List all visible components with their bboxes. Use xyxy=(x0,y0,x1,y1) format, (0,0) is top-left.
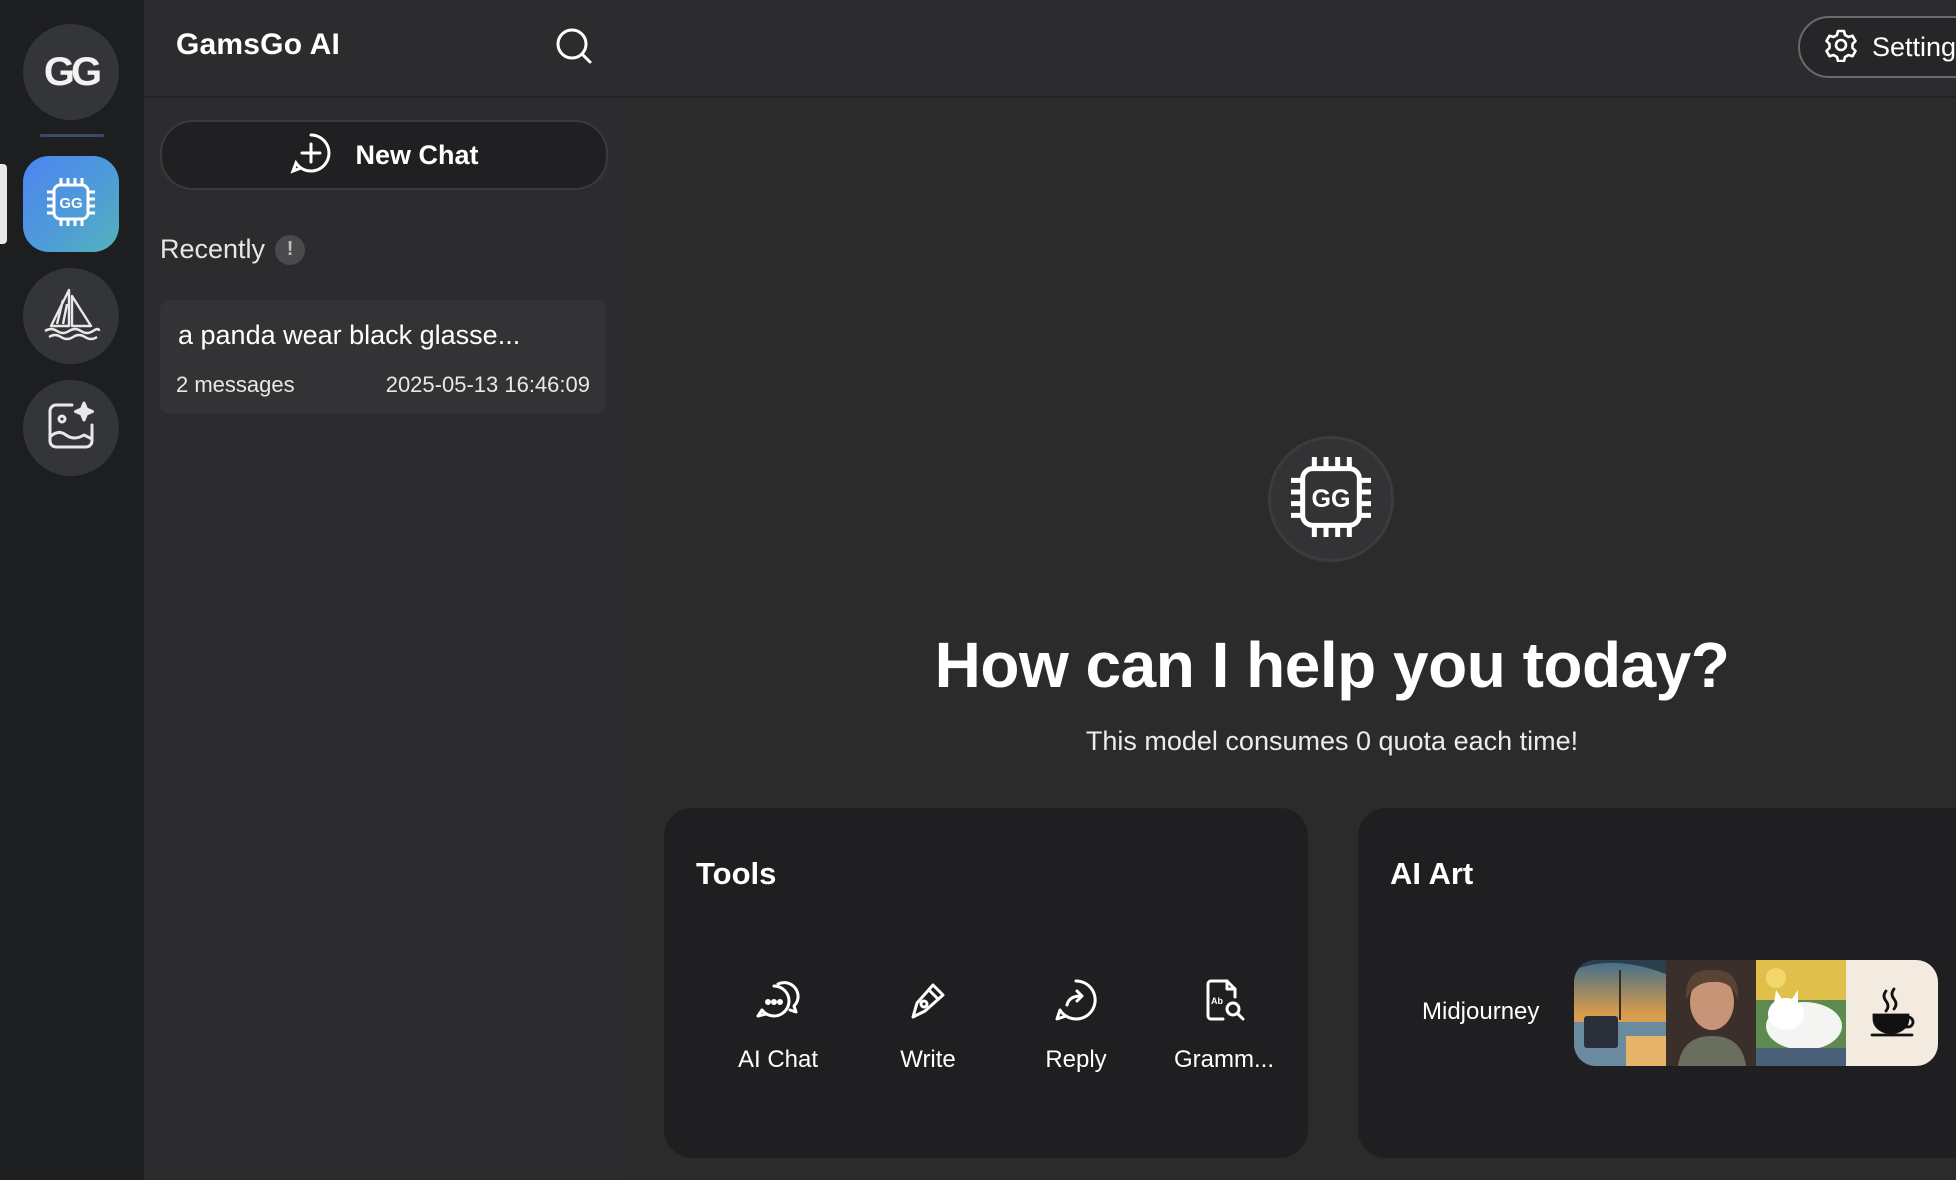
svg-text:Ab: Ab xyxy=(1211,996,1223,1006)
tool-label: Write xyxy=(900,1046,956,1073)
active-indicator xyxy=(0,164,7,244)
plus-chat-icon xyxy=(289,131,333,180)
tool-label: AI Chat xyxy=(737,1046,819,1073)
chat-timestamp: 2025-05-13 16:46:09 xyxy=(385,372,590,397)
chip-gg-icon: GG xyxy=(1281,447,1381,552)
chat-sidebar: GamsGo AI New Chat Recently ! a panda we… xyxy=(144,0,626,1180)
model-avatar: GG xyxy=(1268,436,1394,562)
search-button[interactable] xyxy=(550,24,598,72)
tool-grammar[interactable]: Ab Gramm... xyxy=(1154,976,1294,1096)
rail-item-ai-image[interactable] xyxy=(23,380,119,476)
chat-title: a panda wear black glasse... xyxy=(178,320,521,350)
woman-portrait-image[interactable] xyxy=(1666,960,1758,1066)
svg-text:GG: GG xyxy=(59,195,82,212)
search-icon xyxy=(554,26,594,71)
new-chat-button[interactable]: New Chat xyxy=(160,120,608,190)
pen-icon xyxy=(904,976,952,1024)
recently-heading: Recently ! xyxy=(160,234,306,265)
tool-label: Gramm... xyxy=(1174,1046,1274,1073)
ai-art-title: AI Art xyxy=(1390,856,1474,891)
rail-item-ai-chat[interactable]: GG xyxy=(23,156,119,252)
main-header xyxy=(626,0,1956,98)
sidebar-header: GamsGo AI xyxy=(144,0,626,98)
coffee-cup-icon[interactable] xyxy=(1846,960,1938,1066)
welcome-title: How can I help you today? xyxy=(934,629,1730,701)
tools-card: Tools AI Chat Write Reply Ab Gramm... xyxy=(664,808,1308,1158)
rail-item-midjourney[interactable] xyxy=(23,268,119,364)
new-chat-label: New Chat xyxy=(355,139,479,170)
rail-divider xyxy=(40,134,104,137)
recently-label: Recently xyxy=(160,234,266,264)
beach-sunset-image[interactable] xyxy=(1574,960,1666,1066)
reply-icon xyxy=(1052,976,1100,1024)
logo-text: GG xyxy=(43,49,102,94)
chat-history-item[interactable]: a panda wear black glasse... 2 messages … xyxy=(160,300,606,414)
image-sparkle-icon xyxy=(44,399,98,458)
tools-title: Tools xyxy=(696,856,777,891)
tool-ai-chat[interactable]: AI Chat xyxy=(708,976,848,1096)
settings-label: Settings xyxy=(1872,31,1956,62)
app-rail: GG GG xyxy=(0,0,144,1180)
app-title: GamsGo AI xyxy=(176,28,341,61)
gamsgo-logo[interactable]: GG xyxy=(23,24,119,120)
info-icon[interactable]: ! xyxy=(275,234,306,265)
model-icon-text: GG xyxy=(1312,485,1351,513)
gear-icon xyxy=(1824,28,1858,67)
chip-gg-icon: GG xyxy=(41,172,101,237)
tool-label: Reply xyxy=(1045,1046,1107,1073)
tool-write[interactable]: Write xyxy=(858,976,998,1096)
chat-bubbles-icon xyxy=(754,976,802,1024)
sailboat-icon xyxy=(41,286,101,347)
tool-reply[interactable]: Reply xyxy=(1006,976,1146,1096)
settings-button[interactable]: Settings xyxy=(1798,16,1956,78)
grammar-doc-icon: Ab xyxy=(1200,976,1248,1024)
sleeping-cat-image[interactable] xyxy=(1756,960,1848,1066)
midjourney-link[interactable]: Midjourney xyxy=(1422,998,1539,1026)
quota-subtitle: This model consumes 0 quota each time! xyxy=(1085,726,1579,756)
ai-art-card: AI Art Midjourney xyxy=(1358,808,1956,1158)
chat-message-count: 2 messages xyxy=(176,372,295,397)
